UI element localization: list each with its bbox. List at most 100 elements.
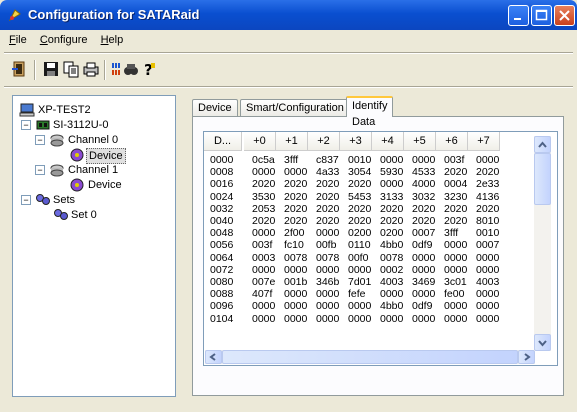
vertical-scrollbar[interactable] <box>534 136 551 351</box>
data-cell: 0000 <box>348 300 372 313</box>
row-offset-cell: 0048 <box>210 227 234 240</box>
tree-item-sets[interactable]: − Sets <box>13 193 173 207</box>
collapse-icon[interactable]: − <box>35 135 45 145</box>
data-cell: 0000 <box>380 312 404 325</box>
table-row[interactable]: 0056 003f fc10 00fb 0110 4bb0 0df9 0000 0007 <box>204 239 544 251</box>
data-cell: 2020 <box>412 215 436 227</box>
data-cell: 2020 <box>476 166 500 179</box>
data-cell: 2020 <box>412 202 436 215</box>
data-cell: 2020 <box>284 202 308 215</box>
data-cell: 2020 <box>284 190 308 203</box>
grid-column-header[interactable]: D... <box>204 132 242 151</box>
table-row[interactable]: 0080 007e 001b 346b 7d01 4003 3469 3c01 4003 <box>204 276 544 288</box>
device-icon <box>70 178 84 192</box>
grid-column-header[interactable]: +0 <box>244 132 276 151</box>
table-row[interactable]: 0032 2053 2020 2020 2020 2020 2020 2020 2020 <box>204 203 544 215</box>
device-tree[interactable]: XP-TEST2 − SI-3112U-0 − Channel 0 Device… <box>12 95 176 397</box>
menu-help[interactable]: Help <box>96 32 129 46</box>
tree-item-root[interactable]: XP-TEST2 <box>13 103 173 117</box>
scroll-up-button[interactable] <box>534 136 551 153</box>
print-icon[interactable] <box>82 60 100 78</box>
tab-smart-configuration[interactable]: Smart/Configuration <box>240 99 350 116</box>
table-row[interactable]: 0072 0000 0000 0000 0000 0002 0000 0000 0000 <box>204 264 544 276</box>
data-cell: c837 <box>316 154 339 166</box>
close-button[interactable] <box>554 5 575 26</box>
row-offset-cell: 0080 <box>210 276 234 288</box>
grid-column-header[interactable]: +5 <box>404 132 436 151</box>
vertical-scroll-thumb[interactable] <box>534 153 551 205</box>
menu-separator <box>4 52 573 54</box>
sets-icon <box>36 194 50 205</box>
menu-bar: File Configure Help <box>4 32 573 50</box>
data-cell: 0000 <box>316 227 340 240</box>
data-cell: 0000 <box>252 300 276 313</box>
grid-column-header[interactable]: +2 <box>308 132 340 151</box>
data-cell: 0000 <box>284 300 308 313</box>
tree-item-device-0[interactable]: Device <box>13 148 173 164</box>
table-row[interactable]: 0040 2020 2020 2020 2020 2020 2020 2020 8010 <box>204 215 544 227</box>
data-cell: 0003 <box>252 251 276 264</box>
table-row[interactable]: 0096 0000 0000 0000 0000 4bb0 0df9 0000 0000 <box>204 300 544 312</box>
save-icon[interactable] <box>42 60 60 78</box>
table-row[interactable]: 0016 2020 2020 2020 2020 0000 4000 0004 2e33 <box>204 178 544 190</box>
menu-configure[interactable]: Configure <box>35 32 93 46</box>
tree-item-controller[interactable]: − SI-3112U-0 <box>13 118 173 132</box>
grid-column-header[interactable]: +7 <box>468 132 500 151</box>
scroll-down-button[interactable] <box>534 334 551 351</box>
data-cell: 2020 <box>380 215 404 227</box>
data-cell: 2020 <box>476 202 500 215</box>
grid-column-header[interactable]: +6 <box>436 132 468 151</box>
tab-device[interactable]: Device <box>192 99 238 116</box>
collapse-icon[interactable]: − <box>21 195 31 205</box>
data-cell: 0078 <box>284 251 308 264</box>
table-row[interactable]: 0008 0000 0000 4a33 3054 5930 4533 2020 2020 <box>204 166 544 178</box>
data-cell: 0000 <box>316 312 340 325</box>
table-row[interactable]: 0104 0000 0000 0000 0000 0000 0000 0000 0000 <box>204 313 544 325</box>
tree-item-channel-1[interactable]: − Channel 1 <box>13 163 173 177</box>
row-offset-cell: 0072 <box>210 263 234 276</box>
grid-column-header[interactable]: +4 <box>372 132 404 151</box>
table-row[interactable]: 0064 0003 0078 0078 00f0 0078 0000 0000 0000 <box>204 252 544 264</box>
data-cell: 0110 <box>348 239 371 252</box>
data-cell: 2020 <box>252 215 276 227</box>
tree-item-device-1[interactable]: Device <box>13 178 173 192</box>
scroll-left-button[interactable] <box>205 350 222 364</box>
collapse-icon[interactable]: − <box>21 120 31 130</box>
data-cell: 2f00 <box>284 227 305 240</box>
table-row[interactable]: 0000 0c5a 3fff c837 0010 0000 0000 003f 0000 <box>204 154 544 166</box>
minimize-button[interactable] <box>508 5 529 26</box>
title-bar[interactable]: Configuration for SATARaid <box>0 0 577 30</box>
data-cell: 4136 <box>476 190 500 203</box>
row-offset-cell: 0096 <box>210 300 234 313</box>
collapse-icon[interactable]: − <box>35 165 45 175</box>
grid-column-header[interactable]: +3 <box>340 132 372 151</box>
menu-file[interactable]: File <box>4 32 32 46</box>
maximize-button[interactable] <box>531 5 552 26</box>
tree-item-channel-0[interactable]: − Channel 0 <box>13 133 173 147</box>
horizontal-scroll-thumb[interactable] <box>222 350 518 364</box>
data-cell: 3fff <box>284 154 299 166</box>
copy-icon[interactable] <box>62 60 80 78</box>
scroll-right-button[interactable] <box>518 350 535 364</box>
exit-icon[interactable] <box>10 60 28 78</box>
tab-identify-data[interactable]: Identify Data <box>346 96 394 128</box>
row-offset-cell: 0016 <box>210 178 234 191</box>
toolbar: ? <box>4 56 573 84</box>
table-row[interactable]: 0088 407f 0000 0000 fefe 0000 0000 fe00 0000 <box>204 288 544 300</box>
data-cell: 2020 <box>444 215 468 227</box>
data-cell: 0c5a <box>252 154 275 166</box>
data-cell: 3230 <box>444 190 468 203</box>
grid-column-header[interactable]: +1 <box>276 132 308 151</box>
data-cell: 5930 <box>380 166 404 179</box>
identify-data-grid[interactable]: D... +0 +1 +2 +3 +4 +5 +6 +7 0000 0c5a 3fff c837 001… <box>203 131 558 366</box>
table-row[interactable]: 0024 3530 2020 2020 5453 3133 3032 3230 4136 <box>204 191 544 203</box>
table-row[interactable]: 0048 0000 2f00 0000 0200 0200 0007 3fff 0010 <box>204 227 544 239</box>
help-icon[interactable]: ? <box>140 60 158 78</box>
horizontal-scrollbar[interactable] <box>205 350 535 364</box>
data-cell: 2020 <box>316 190 340 203</box>
data-cell: 4000 <box>412 178 436 191</box>
tree-item-set-0[interactable]: Set 0 <box>13 208 173 222</box>
selected-device-label: Device <box>86 148 126 164</box>
search-icon[interactable] <box>122 60 140 78</box>
data-cell: 0000 <box>316 300 340 313</box>
